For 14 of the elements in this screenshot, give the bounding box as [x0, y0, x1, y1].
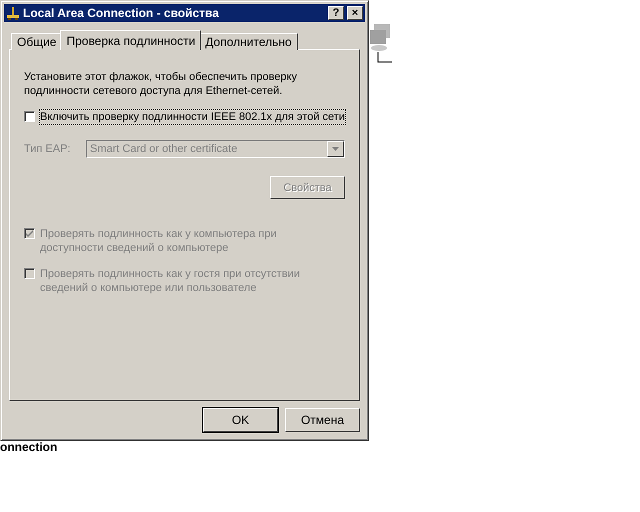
cancel-button[interactable]: Отмена — [285, 408, 360, 432]
help-button[interactable]: ? — [328, 6, 344, 20]
tab[interactable]: Проверка подлинности — [60, 30, 202, 50]
ok-button[interactable]: OK — [203, 408, 278, 432]
desktop-label: onnection — [0, 441, 58, 453]
tab[interactable]: Общие — [11, 33, 62, 50]
eap-type-label: Тип EAP: — [24, 143, 72, 155]
tab[interactable]: Дополнительно — [199, 33, 298, 50]
window-title: Local Area Connection - свойства — [23, 6, 220, 20]
close-button[interactable]: × — [347, 6, 363, 20]
network-icon — [6, 6, 20, 20]
checkbox[interactable] — [24, 111, 35, 122]
intro-text: Установите этот флажок, чтобы обеспечить проверку подлинности сетевого доступа для Ethernet-сетей. — [24, 70, 298, 98]
checkbox-label[interactable]: Включить проверку подлинности IEEE 802.1x для этой сети — [40, 110, 345, 124]
